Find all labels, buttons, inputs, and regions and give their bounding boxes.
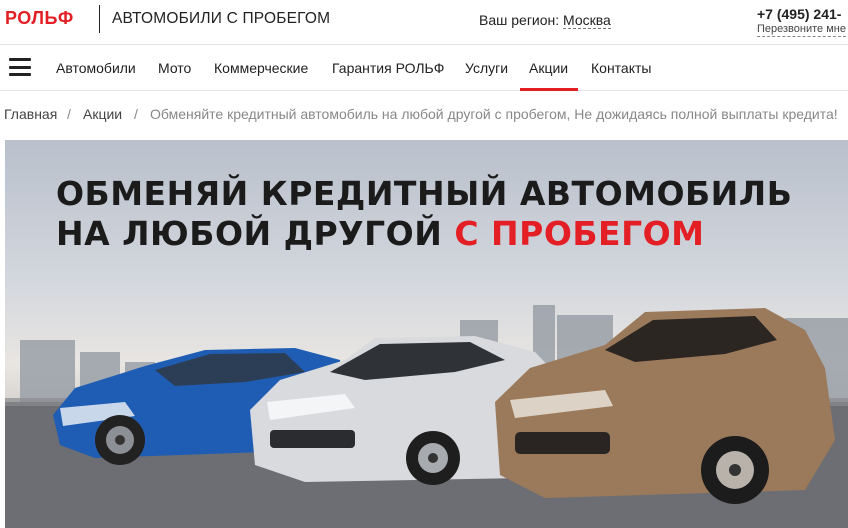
nav-item-cars[interactable]: Автомобили xyxy=(56,60,136,76)
site-tagline: АВТОМОБИЛИ С ПРОБЕГОМ xyxy=(112,10,331,27)
rolf-logo[interactable]: РОЛЬФ xyxy=(5,7,74,29)
headline-accent: С ПРОБЕГОМ xyxy=(454,214,705,253)
breadcrumb-current: Обменяйте кредитный автомобиль на любой … xyxy=(150,106,838,122)
breadcrumb-promotions[interactable]: Акции xyxy=(83,105,122,123)
region-selector: Ваш регион: Москва xyxy=(479,11,611,29)
breadcrumb-home[interactable]: Главная xyxy=(4,105,57,123)
headline-line-2: НА ЛЮБОЙ ДРУГОЙ С ПРОБЕГОМ xyxy=(56,214,792,254)
breadcrumb-separator: / xyxy=(134,106,138,122)
phone-number[interactable]: +7 (495) 241- xyxy=(757,6,841,23)
region-link[interactable]: Москва xyxy=(563,12,611,29)
headline-line-1: ОБМЕНЯЙ КРЕДИТНЫЙ АВТОМОБИЛЬ xyxy=(56,174,793,213)
main-nav: Автомобили Мото Коммерческие Гарантия РО… xyxy=(0,44,848,91)
headline-line-2-prefix: НА ЛЮБОЙ ДРУГОЙ xyxy=(56,214,455,253)
region-label: Ваш регион: xyxy=(479,12,560,28)
banner-headline: ОБМЕНЯЙ КРЕДИТНЫЙ АВТОМОБИЛЬ НА ЛЮБОЙ ДР… xyxy=(56,174,792,254)
nav-item-warranty[interactable]: Гарантия РОЛЬФ xyxy=(332,60,444,76)
promo-banner[interactable]: ОБМЕНЯЙ КРЕДИТНЫЙ АВТОМОБИЛЬ НА ЛЮБОЙ ДР… xyxy=(5,140,848,528)
nav-item-moto[interactable]: Мото xyxy=(158,60,191,76)
nav-item-services[interactable]: Услуги xyxy=(465,60,508,76)
nav-item-contacts[interactable]: Контакты xyxy=(591,60,651,76)
callback-link[interactable]: Перезвоните мне xyxy=(757,23,846,37)
site-header: РОЛЬФ АВТОМОБИЛИ С ПРОБЕГОМ Ваш регион: … xyxy=(0,0,848,44)
breadcrumb-separator: / xyxy=(67,106,71,122)
nav-item-promotions[interactable]: Акции xyxy=(519,60,579,91)
breadcrumb: Главная / Акции / Обменяйте кредитный ав… xyxy=(0,105,848,125)
nav-item-commercial[interactable]: Коммерческие xyxy=(214,60,308,76)
hamburger-menu-icon[interactable] xyxy=(9,58,31,76)
logo-divider xyxy=(99,5,100,33)
